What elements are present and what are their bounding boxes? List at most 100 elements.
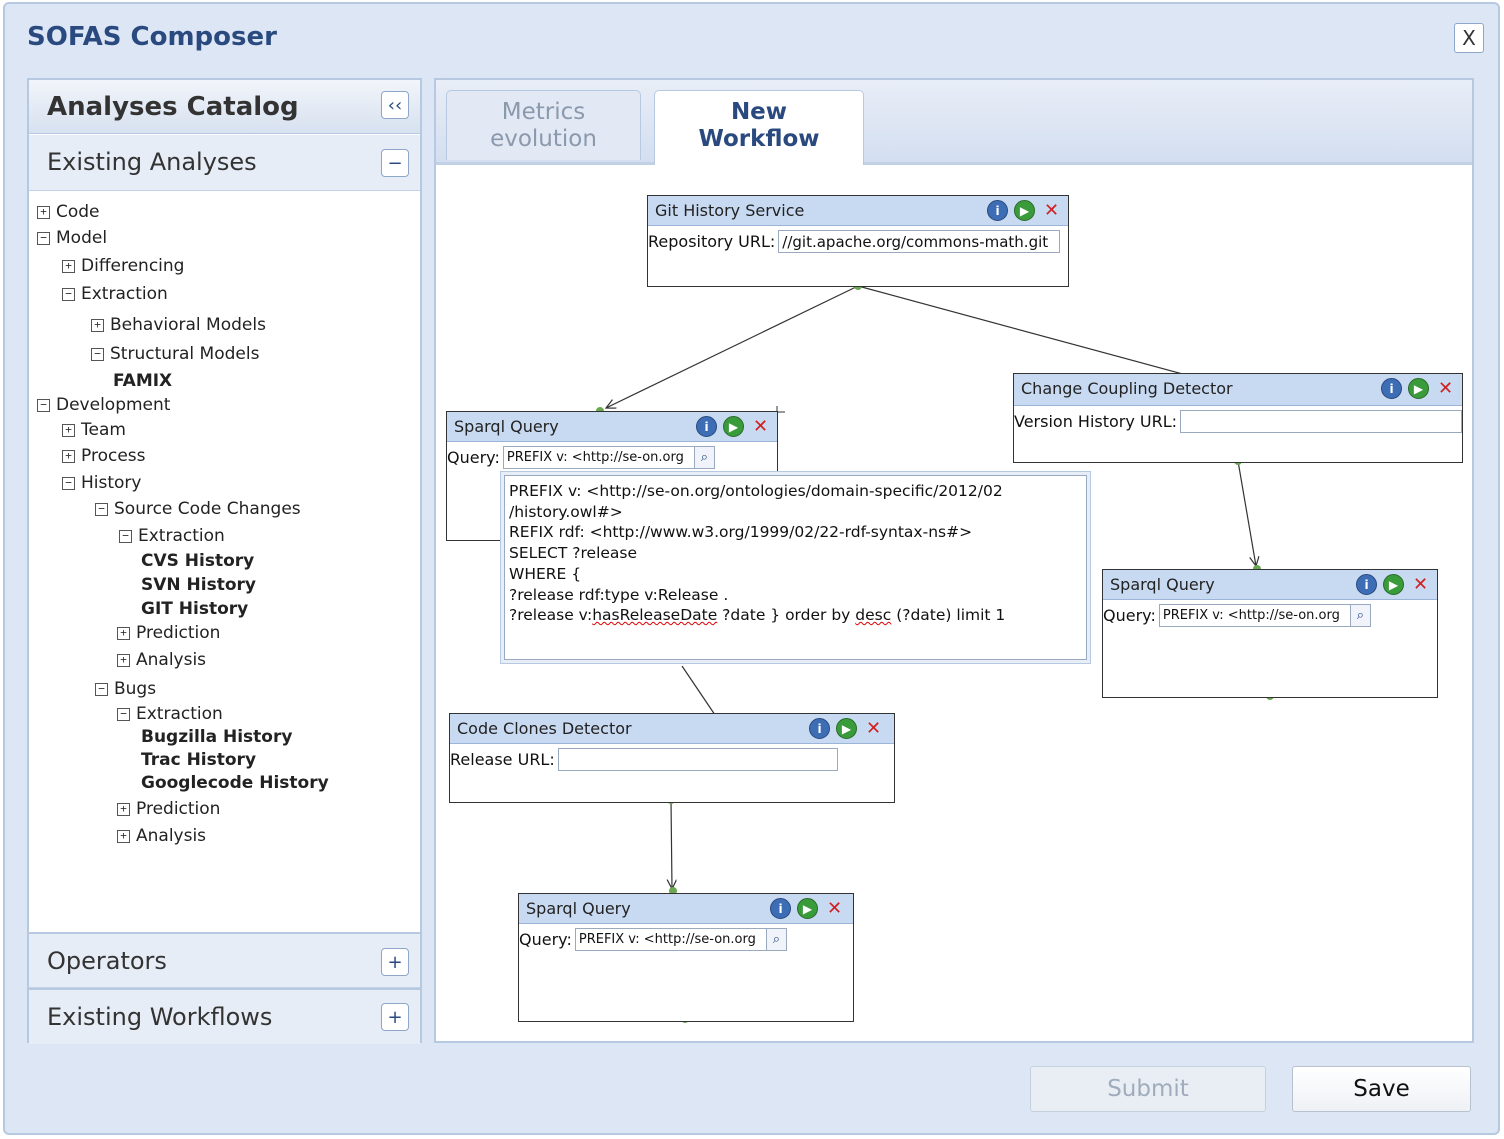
delete-icon[interactable]: ✕	[750, 416, 771, 437]
node-header[interactable]: Change Coupling Detector i ▶ ✕	[1014, 374, 1462, 406]
expand-icon[interactable]: +	[37, 205, 50, 219]
tree-item[interactable]: − History	[62, 473, 141, 493]
tab-metrics-evolution[interactable]: Metrics evolution	[446, 90, 641, 160]
expand-operators-button[interactable]: +	[381, 948, 409, 976]
query-input[interactable]: PREFIX v: <http://se-on.org	[502, 446, 695, 469]
search-icon[interactable]: ⌕	[694, 446, 715, 469]
tree-item[interactable]: GIT History	[141, 599, 248, 619]
tree-item[interactable]: + Analysis	[117, 826, 206, 846]
collapse-icon[interactable]: −	[95, 502, 108, 516]
expand-workflows-button[interactable]: +	[381, 1003, 409, 1031]
existing-analyses-header[interactable]: Existing Analyses −	[29, 135, 420, 191]
run-icon[interactable]: ▶	[836, 718, 857, 739]
expand-icon[interactable]: +	[117, 802, 130, 816]
expand-icon[interactable]: +	[117, 829, 130, 843]
tree-item[interactable]: Googlecode History	[141, 773, 329, 793]
run-icon[interactable]: ▶	[1383, 574, 1404, 595]
expand-icon[interactable]: +	[62, 449, 75, 463]
collapse-icon[interactable]: −	[117, 707, 130, 721]
collapse-icon[interactable]: −	[37, 231, 50, 245]
tree-item[interactable]: + Process	[62, 446, 146, 466]
tree-item[interactable]: + Prediction	[117, 623, 220, 643]
tree-item[interactable]: CVS History	[141, 551, 254, 571]
tree-item[interactable]: + Team	[62, 420, 126, 440]
run-icon[interactable]: ▶	[1014, 200, 1035, 221]
release-url-input[interactable]	[557, 748, 838, 771]
search-icon[interactable]: ⌕	[1350, 604, 1371, 627]
expand-icon[interactable]: +	[91, 318, 104, 332]
delete-icon[interactable]: ✕	[824, 898, 845, 919]
tree-item[interactable]: − Development	[37, 395, 170, 415]
tree-item[interactable]: Trac History	[141, 750, 256, 770]
run-icon[interactable]: ▶	[723, 416, 744, 437]
info-icon[interactable]: i	[809, 718, 830, 739]
tree-item-label: Bugzilla History	[141, 727, 293, 747]
query-input[interactable]: PREFIX v: <http://se-on.org	[574, 928, 767, 951]
save-button[interactable]: Save	[1292, 1066, 1471, 1112]
tree-item[interactable]: − Extraction	[117, 704, 223, 724]
collapse-sidebar-button[interactable]: ‹‹	[381, 91, 409, 119]
delete-icon[interactable]: ✕	[863, 718, 884, 739]
tree-item[interactable]: + Prediction	[117, 799, 220, 819]
tree-item[interactable]: + Analysis	[117, 650, 206, 670]
info-icon[interactable]: i	[770, 898, 791, 919]
tree-item[interactable]: + Code	[37, 202, 100, 222]
version-history-url-input[interactable]	[1180, 410, 1463, 433]
collapse-icon[interactable]: −	[119, 529, 132, 543]
node-sparql-query-2[interactable]: Sparql Query i ▶ ✕ Query: PREFIX v: <htt…	[1102, 569, 1438, 698]
tree-item[interactable]: − Structural Models	[91, 344, 259, 364]
tree-item-label: Prediction	[136, 799, 221, 819]
node-sparql-query-3[interactable]: Sparql Query i ▶ ✕ Query: PREFIX v: <htt…	[518, 893, 854, 1022]
collapse-icon[interactable]: −	[62, 476, 75, 490]
node-header[interactable]: Sparql Query i ▶ ✕	[447, 412, 777, 442]
node-header[interactable]: Code Clones Detector i ▶ ✕	[450, 714, 894, 744]
collapse-icon[interactable]: −	[62, 287, 75, 301]
node-git-history-service[interactable]: Git History Service i ▶ ✕ Repository URL…	[647, 195, 1069, 287]
info-icon[interactable]: i	[1356, 574, 1377, 595]
node-title: Change Coupling Detector	[1021, 379, 1233, 398]
collapse-icon[interactable]: −	[37, 398, 50, 412]
node-code-clones-detector[interactable]: Code Clones Detector i ▶ ✕ Release URL:	[449, 713, 895, 803]
query-input[interactable]: PREFIX v: <http://se-on.org	[1158, 604, 1351, 627]
info-icon[interactable]: i	[696, 416, 717, 437]
delete-icon[interactable]: ✕	[1410, 574, 1431, 595]
search-icon[interactable]: ⌕	[766, 928, 787, 951]
query-textarea[interactable]: PREFIX v: <http://se-on.org/ontologies/d…	[504, 475, 1087, 660]
expand-icon[interactable]: +	[62, 423, 75, 437]
expand-icon[interactable]: +	[117, 653, 130, 667]
expand-icon[interactable]: +	[62, 259, 75, 273]
delete-icon[interactable]: ✕	[1041, 200, 1062, 221]
info-icon[interactable]: i	[1381, 378, 1402, 399]
close-button[interactable]: X	[1454, 23, 1484, 53]
collapse-icon[interactable]: −	[95, 682, 108, 696]
node-header[interactable]: Sparql Query i ▶ ✕	[519, 894, 853, 924]
run-icon[interactable]: ▶	[1408, 378, 1429, 399]
analyses-tree: + Code − Model + Differencing − Extraction + Beha…	[29, 192, 420, 932]
existing-workflows-header[interactable]: Existing Workflows +	[29, 988, 420, 1044]
tree-item[interactable]: − Model	[37, 228, 107, 248]
run-icon[interactable]: ▶	[797, 898, 818, 919]
tree-item[interactable]: Bugzilla History	[141, 727, 292, 747]
tree-item[interactable]: + Differencing	[62, 256, 184, 276]
tree-item[interactable]: − Source Code Changes	[95, 499, 301, 519]
info-icon[interactable]: i	[987, 200, 1008, 221]
workflow-canvas[interactable]: Git History Service i ▶ ✕ Repository URL…	[436, 168, 1472, 1041]
existing-analyses-title: Existing Analyses	[47, 148, 257, 176]
repository-url-input[interactable]: //git.apache.org/commons-math.git	[778, 230, 1061, 253]
node-header[interactable]: Sparql Query i ▶ ✕	[1103, 570, 1437, 600]
submit-button[interactable]: Submit	[1030, 1066, 1266, 1112]
collapse-analyses-button[interactable]: −	[381, 149, 409, 177]
collapse-icon[interactable]: −	[91, 347, 104, 361]
tree-item[interactable]: − Bugs	[95, 679, 156, 699]
tree-item[interactable]: FAMIX	[113, 371, 172, 391]
tree-item[interactable]: − Extraction	[119, 526, 225, 546]
node-change-coupling-detector[interactable]: Change Coupling Detector i ▶ ✕ Version H…	[1013, 373, 1463, 463]
tree-item[interactable]: − Extraction	[62, 284, 168, 304]
tree-item[interactable]: + Behavioral Models	[91, 315, 266, 335]
tree-item[interactable]: SVN History	[141, 575, 256, 595]
tab-new-workflow[interactable]: New Workflow	[654, 90, 864, 165]
delete-icon[interactable]: ✕	[1435, 378, 1456, 399]
node-header[interactable]: Git History Service i ▶ ✕	[648, 196, 1068, 226]
expand-icon[interactable]: +	[117, 626, 130, 640]
operators-header[interactable]: Operators +	[29, 932, 420, 988]
